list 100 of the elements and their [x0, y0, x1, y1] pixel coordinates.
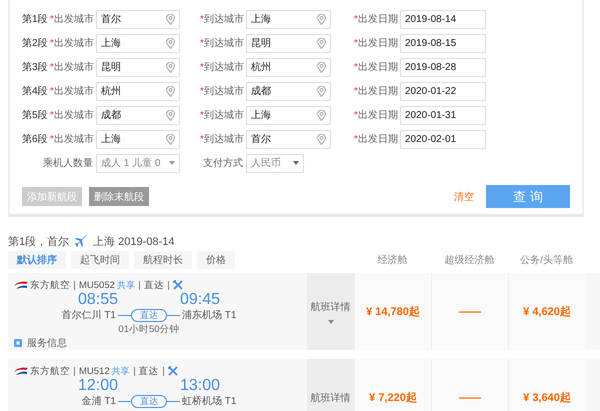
date-field[interactable]: 2019-08-15 [400, 34, 486, 52]
location-pin-icon [317, 62, 326, 72]
airline-logo [14, 366, 28, 376]
airline-logo [14, 280, 28, 290]
departure-city-field[interactable]: 首尔 [96, 10, 180, 28]
date-field[interactable]: 2020-01-22 [400, 82, 486, 100]
arrival-airport: 虹桥机场 T1 [181, 394, 238, 408]
caret-icon [293, 161, 299, 165]
field-label: *出发日期 [354, 36, 399, 50]
field-label: *到达城市 [200, 60, 245, 74]
arrival-city-field[interactable]: 上海 [246, 106, 331, 124]
departure-airport: 金浦 T1 [80, 394, 117, 408]
flight-duration: 01小时50分钟 [118, 323, 180, 336]
location-pin-icon [166, 38, 175, 48]
flight-type: 直达 [144, 278, 164, 292]
service-info-link[interactable]: 服务信息 [27, 336, 67, 350]
cutlery-icon [172, 280, 183, 290]
sort-tab[interactable]: 航程时长 [134, 251, 192, 269]
segment-button[interactable]: 删除末航段 [89, 187, 149, 206]
service-icon [14, 339, 22, 347]
arrival-city-field[interactable]: 首尔 [246, 130, 331, 148]
location-pin-icon [317, 86, 326, 96]
location-pin-icon [166, 14, 175, 24]
field-label: *出发日期 [354, 60, 399, 74]
flight-number: MU5052 [79, 280, 115, 290]
fare-price[interactable]: —— [459, 392, 481, 404]
arrival-city-field[interactable]: 昆明 [246, 34, 331, 52]
field-label: *到达城市 [200, 36, 245, 50]
field-label: *出发城市 [50, 12, 95, 26]
field-label: *到达城市 [200, 84, 245, 98]
field-label: 乘机人数量 [42, 156, 94, 170]
field-label: *到达城市 [200, 108, 245, 122]
date-field[interactable]: 2020-02-01 [400, 130, 486, 148]
cutlery-icon [168, 366, 178, 376]
fare-price[interactable]: ¥ 3,640起 [523, 390, 571, 405]
departure-airport: 首尔仁川 T1 [60, 308, 117, 322]
arrival-time: 13:00 [180, 377, 222, 394]
field-label: *出发日期 [354, 108, 399, 122]
sort-tab[interactable]: 默认排序 [8, 251, 66, 269]
arrival-city-field[interactable]: 杭州 [246, 58, 331, 76]
field-label: *到达城市 [200, 12, 245, 26]
fare-price[interactable]: ¥ 7,220起 [369, 390, 417, 405]
date-field[interactable]: 2020-01-31 [400, 106, 486, 124]
location-pin-icon [166, 62, 175, 72]
fare-price[interactable]: ¥ 4,620起 [523, 304, 571, 319]
flight-number: MU512 [79, 366, 110, 376]
plane-icon [75, 235, 88, 247]
codeshare-tag: 共享 [116, 278, 135, 292]
date-field[interactable]: 2019-08-28 [400, 58, 486, 76]
column-header: 公务/头等舱 [520, 254, 573, 267]
airline-name: 东方航空 [30, 278, 70, 292]
segment-label: 第3段 [22, 61, 49, 74]
date-field[interactable]: 2019-08-14 [400, 10, 486, 28]
departure-city-field[interactable]: 成都 [96, 106, 180, 124]
field-label: *出发日期 [354, 84, 399, 98]
departure-city-field[interactable]: 上海 [96, 130, 180, 148]
direct-tag: 直达 [131, 308, 167, 322]
caret-icon [169, 161, 175, 165]
departure-time: 12:00 [76, 377, 118, 394]
passenger-select[interactable]: 成人 1 儿童 0 [96, 154, 180, 172]
segment-label: 第5段 [22, 109, 49, 122]
departure-time: 08:55 [76, 291, 118, 308]
field-label: *出发城市 [50, 84, 95, 98]
segment-title: 第1段，首尔 [8, 234, 70, 248]
arrival-time: 09:45 [180, 291, 222, 308]
fare-price[interactable]: —— [459, 306, 481, 318]
field-label: *出发城市 [50, 60, 95, 74]
clear-link[interactable]: 清空 [454, 190, 474, 204]
field-label: *出发日期 [354, 132, 399, 146]
field-label: *到达城市 [200, 132, 245, 146]
location-pin-icon [166, 110, 175, 120]
field-label: *出发城市 [50, 36, 95, 50]
airline-name: 东方航空 [30, 364, 70, 378]
location-pin-icon [317, 38, 326, 48]
sort-tab[interactable]: 起飞时间 [71, 251, 129, 269]
column-header: 经济舱 [378, 254, 408, 267]
arrival-city-field[interactable]: 上海 [246, 10, 331, 28]
location-pin-icon [317, 134, 326, 144]
segment-label: 第2段 [22, 37, 49, 50]
field-label: *出发城市 [50, 132, 95, 146]
arrival-city-field[interactable]: 成都 [246, 82, 331, 100]
flight-type: 直达 [138, 364, 159, 378]
field-label: 支付方式 [202, 156, 244, 170]
direct-tag: 直达 [131, 394, 167, 408]
segment-label: 第6段 [22, 133, 49, 146]
column-header: 超级经济舱 [444, 254, 494, 267]
segment-destination: 上海 2019-08-14 [93, 234, 174, 248]
location-pin-icon [166, 134, 175, 144]
segment-label: 第4段 [22, 85, 49, 98]
flight-details-link[interactable]: 航班详情 [310, 300, 350, 314]
departure-city-field[interactable]: 昆明 [96, 58, 180, 76]
segment-label: 第1段 [22, 13, 49, 26]
departure-city-field[interactable]: 杭州 [96, 82, 180, 100]
field-label: *出发日期 [354, 12, 399, 26]
payment-select[interactable]: 人民币 [246, 154, 304, 172]
field-label: *出发城市 [50, 108, 95, 122]
fare-price[interactable]: ¥ 14,780起 [366, 304, 420, 319]
arrival-airport: 浦东机场 T1 [181, 308, 238, 322]
sort-tab[interactable]: 价格 [197, 251, 235, 269]
departure-city-field[interactable]: 上海 [96, 34, 180, 52]
